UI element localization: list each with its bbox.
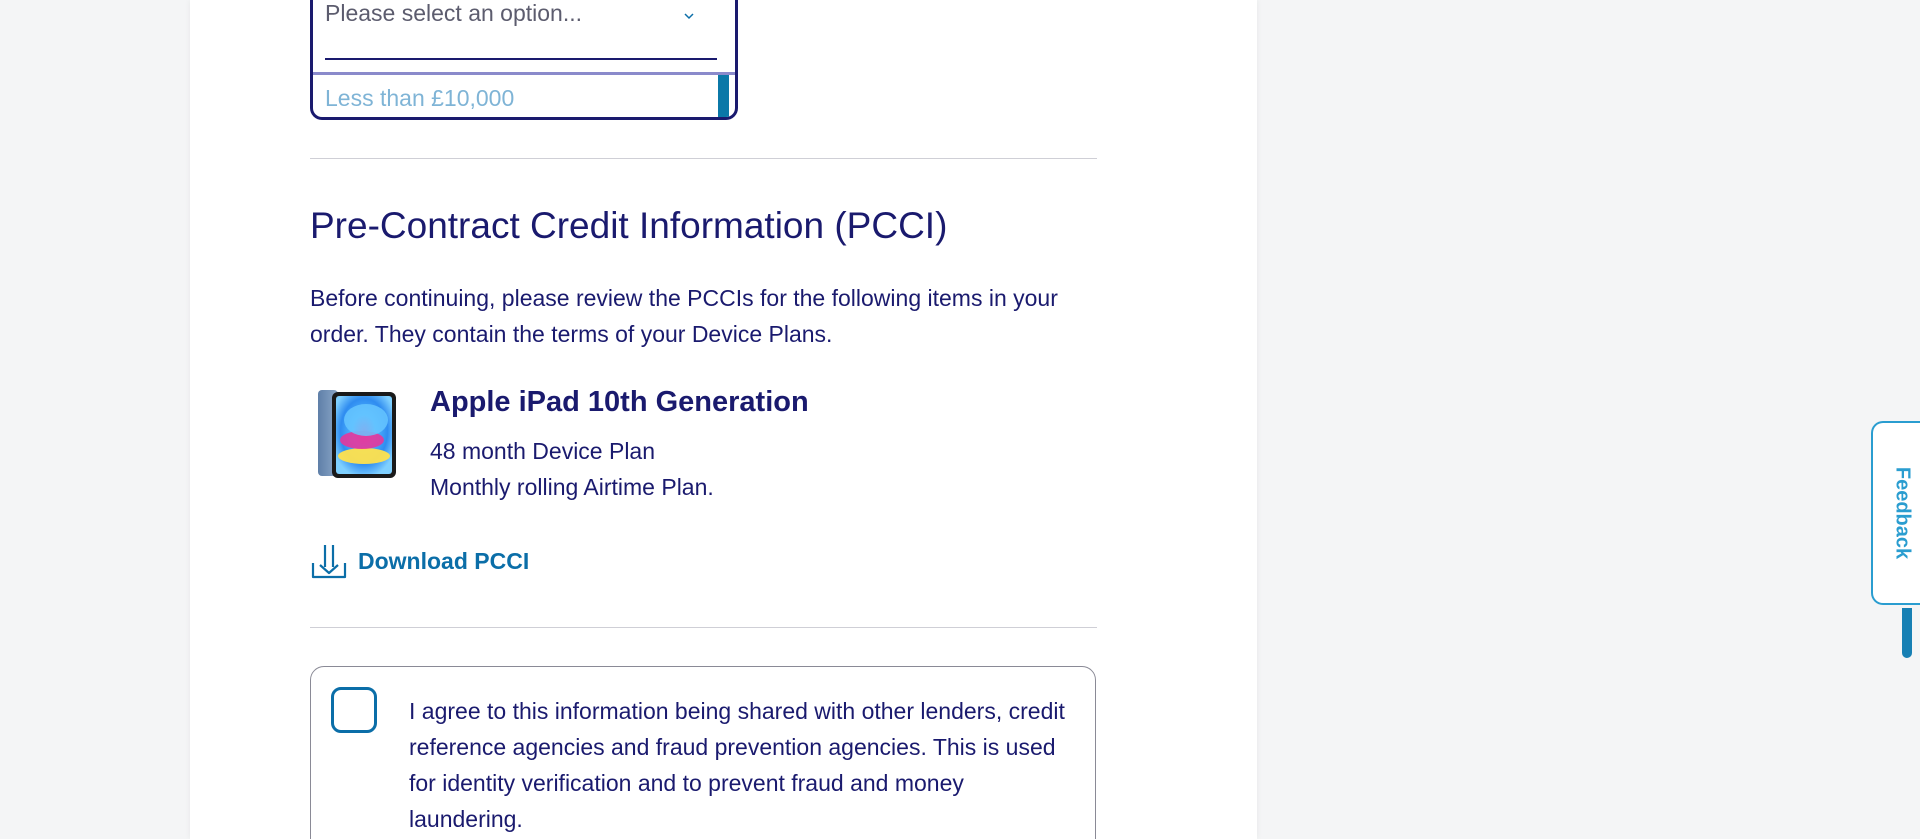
divider bbox=[310, 627, 1097, 628]
feedback-label: Feedback bbox=[1891, 466, 1914, 560]
download-pcci-label: Download PCCI bbox=[358, 547, 530, 574]
device-title: Apple iPad 10th Generation bbox=[430, 386, 809, 418]
amount-dropdown[interactable]: Please select an option... Less than £10… bbox=[310, 0, 738, 120]
divider bbox=[310, 158, 1097, 159]
pcci-intro-text: Before continuing, please review the PCC… bbox=[310, 285, 1058, 347]
page: Please select an option... Less than £10… bbox=[0, 0, 1920, 839]
consent-checkbox[interactable] bbox=[331, 687, 377, 733]
ipad-device-image bbox=[318, 390, 396, 478]
airtime-plan-line: Monthly rolling Airtime Plan. bbox=[430, 474, 714, 500]
consent-text: I agree to this information being shared… bbox=[409, 698, 1065, 832]
dropdown-option[interactable]: Less than £10,000 bbox=[325, 85, 514, 112]
feedback-tab[interactable]: Feedback bbox=[1871, 421, 1920, 605]
download-pcci-link[interactable]: Download PCCI bbox=[310, 540, 529, 582]
dropdown-placeholder: Please select an option... bbox=[325, 0, 582, 26]
feedback-handle[interactable] bbox=[1902, 608, 1912, 658]
dropdown-scrollbar[interactable] bbox=[718, 75, 729, 117]
download-icon bbox=[311, 545, 347, 579]
chevron-down-icon[interactable] bbox=[681, 8, 697, 24]
dropdown-select-field[interactable]: Please select an option... bbox=[325, 0, 717, 60]
device-plan-line: 48 month Device Plan bbox=[430, 438, 656, 464]
pcci-section-title: Pre-Contract Credit Information (PCCI) bbox=[310, 205, 948, 246]
dropdown-options-list[interactable]: Less than £10,000 bbox=[313, 72, 735, 117]
consent-box: I agree to this information being shared… bbox=[310, 666, 1096, 839]
